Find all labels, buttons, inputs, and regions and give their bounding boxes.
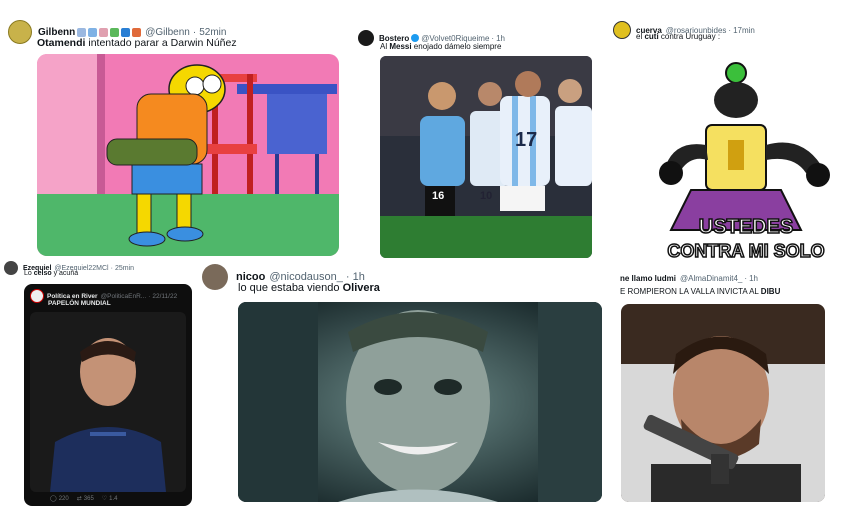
like-count: 1.4 [109, 495, 118, 502]
avatar[interactable] [202, 264, 228, 290]
tweet-card-bostero[interactable]: Bostero @Volvet0Riqueime · 1h Al Messi e… [350, 20, 600, 260]
simpsons-hans-moleman-image [37, 54, 339, 256]
tweet-text-bold: Messi [389, 42, 412, 51]
quoted-media[interactable] [30, 312, 186, 492]
tweet-text: lo que estaba viendo Olivera [238, 282, 380, 294]
player-with-gun-photo [621, 304, 825, 502]
author-handle[interactable]: @AlmaDinamit4_ [680, 274, 742, 283]
wave-icon [121, 27, 131, 37]
timestamp[interactable]: 25min [115, 265, 134, 272]
tweet-media[interactable] [37, 54, 339, 256]
retweet-count: 365 [83, 495, 94, 502]
separator: · [110, 264, 113, 272]
tweet-media[interactable] [238, 302, 602, 502]
coach-portrait-photo [30, 312, 186, 492]
tweet-text: Otamendi intentado parar a Darwin Núñez [37, 37, 237, 49]
verified-icon [411, 34, 420, 42]
quoted-text: PAPELÓN MUNDIAL [48, 300, 111, 307]
quoted-tweet[interactable]: Política en River @PoliticaEnR... · 22/1… [24, 284, 192, 506]
tweet-card-gilbenn[interactable]: Gilbenn @Gilbenn · 52min Otamendi intent… [0, 0, 345, 260]
tweet-text: Al Messi enojado dámelo siempre [380, 42, 501, 51]
football-players-photo: 16 10 17 [380, 56, 592, 258]
tweet-media[interactable] [621, 304, 825, 502]
jersey-number: 16 [432, 190, 444, 202]
timestamp[interactable]: 1h [749, 274, 758, 283]
timestamp[interactable]: 17min [733, 26, 755, 35]
tweet-text-start: Lo [24, 270, 34, 277]
tweet-text-bold: celso [33, 270, 52, 277]
tweet-card-nicoo[interactable]: nicoo @nicodauson_ · 1h lo que estaba vi… [196, 258, 608, 511]
tweet-card-ezequiel[interactable]: Ezequiel @Ezequiel22MCl · 25min Lo celso… [0, 258, 200, 511]
tweet-text-rest: y acuña [51, 270, 79, 277]
avatar[interactable] [8, 20, 32, 44]
tweet-text: el cuti contra Uruguay : [636, 32, 720, 41]
separator: · [728, 25, 732, 35]
jersey-number: 10 [480, 190, 492, 202]
avatar[interactable] [30, 289, 44, 303]
tweet-card-cuerva[interactable]: cuerva @rosariounbides · 17min el cuti c… [605, 15, 857, 263]
avatar[interactable] [4, 261, 18, 275]
retweet-icon[interactable]: ⇄ [77, 495, 82, 502]
tweet-text-bold: cuti [644, 32, 659, 41]
tweet-text-start: Al [380, 42, 390, 51]
flag-icon [88, 27, 98, 37]
tweet-text-bold: Olivera [342, 282, 380, 294]
plant-icon [110, 27, 120, 37]
tweet-text-bold: DIBU [760, 287, 781, 296]
separator: · [192, 26, 197, 38]
tweet-text: Lo celso y acuña [24, 270, 78, 277]
tweet-card-ludmi[interactable]: ne llamo ludmi @AlmaDinamit4_ · 1h E ROM… [612, 268, 857, 511]
avatar[interactable] [613, 21, 631, 39]
like-icon[interactable]: ♡ [102, 495, 107, 502]
grinning-face-movie-still [238, 302, 602, 502]
emoji-icon [99, 27, 109, 37]
jersey-number: 17 [515, 129, 537, 151]
tweet-text: E ROMPIERON LA VALLA INVICTA AL DIBU [620, 287, 780, 296]
quoted-stats: ◯ 220 ⇄ 365 ♡ 1.4 [50, 495, 118, 503]
meme-caption-line1: USTEDES [699, 216, 793, 238]
tweet-header: ne llamo ludmi @AlmaDinamit4_ · 1h [620, 274, 758, 283]
tweet-text-start: lo que estaba viendo [238, 282, 343, 294]
author-handle[interactable]: @Gilbenn [145, 27, 190, 38]
tweet-media[interactable]: 16 10 17 [380, 56, 592, 258]
tweet-text-rest: intentado parar a Darwin Núñez [85, 37, 237, 49]
quoted-author-handle[interactable]: @PoliticaEnR... [101, 293, 147, 300]
tweet-text-start: E ROMPIERON LA VALLA INVICTA AL [620, 287, 761, 296]
chess-piece-meme-image: USTEDES CONTRA MI SOLO [636, 45, 857, 263]
timestamp[interactable]: 52min [199, 27, 226, 38]
tweet-media[interactable]: USTEDES CONTRA MI SOLO [636, 45, 857, 263]
avatar[interactable] [358, 30, 374, 46]
author-name[interactable]: Gilbenn [38, 27, 75, 38]
reply-count: 220 [58, 495, 69, 502]
quoted-timestamp[interactable]: 22/11/22 [152, 293, 177, 300]
tweet-text-rest: contra Uruguay : [658, 32, 721, 41]
tweet-text-bold: Otamendi [37, 37, 86, 49]
separator: · [744, 274, 748, 283]
tweet-text-rest: enojado dámelo siempre [411, 42, 502, 51]
separator: · [148, 292, 151, 300]
rainbow-icon [132, 27, 142, 37]
reply-icon[interactable]: ◯ [50, 495, 57, 502]
quoted-author-name[interactable]: Política en River [47, 293, 98, 300]
emoji-icon [77, 27, 87, 37]
meme-caption-line2: CONTRA MI SOLO [667, 241, 824, 261]
author-name[interactable]: ne llamo ludmi [620, 274, 676, 283]
